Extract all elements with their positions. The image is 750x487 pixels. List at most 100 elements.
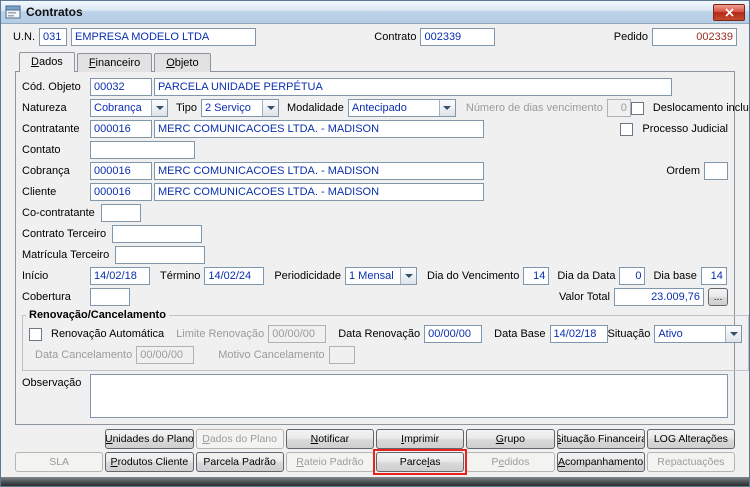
contrato-terceiro-field[interactable] [112, 225, 203, 243]
contratante-name-field[interactable]: MERC COMUNICACOES LTDA. - MADISON [154, 120, 484, 138]
contato-field[interactable] [90, 141, 195, 159]
dia-data-label: Dia da Data [557, 270, 616, 282]
limite-renovacao-field: 00/00/00 [268, 325, 327, 343]
cliente-label: Cliente [22, 186, 57, 198]
renovacao-automatica-checkbox-group[interactable]: Renovação Automática [29, 327, 164, 341]
contrato-terceiro-label: Contrato Terceiro [22, 228, 107, 240]
natureza-combobox[interactable]: Cobrança [90, 99, 168, 117]
notificar-button[interactable]: Notificar [285, 429, 374, 449]
ordem-field[interactable] [704, 162, 728, 180]
dia-data-field[interactable]: 0 [619, 267, 646, 285]
valor-total-field[interactable]: 23.009,76 [614, 288, 704, 306]
modalidade-combobox[interactable]: Antecipado [347, 99, 456, 117]
cod-objeto-desc-field[interactable]: PARCELA UNIDADE PERPÉTUA [154, 78, 672, 96]
modalidade-label: Modalidade [287, 102, 344, 114]
dias-vencimento-field: 0 [606, 99, 631, 117]
cod-objeto-code-field[interactable]: 00032 [90, 78, 152, 96]
valor-total-browse-button[interactable]: ... [708, 288, 728, 306]
dias-vencimento-label: Número de dias vencimento [465, 102, 603, 114]
imprimir-button[interactable]: Imprimir [376, 429, 465, 449]
ordem-label: Ordem [666, 165, 700, 177]
tipo-value: 2 Serviço [205, 102, 251, 114]
cliente-name-field[interactable]: MERC COMUNICACOES LTDA. - MADISON [154, 183, 484, 201]
periodicidade-label: Periodicidade [274, 270, 341, 282]
contratante-code-field[interactable]: 000016 [90, 120, 152, 138]
dia-base-label: Dia base [653, 270, 697, 282]
window-bottom-frame [1, 477, 749, 486]
un-code-field[interactable]: 031 [39, 28, 67, 46]
data-base-field[interactable]: 14/02/18 [549, 325, 608, 343]
observacao-textarea[interactable] [90, 374, 728, 418]
parcelas-button[interactable]: Parce l as [376, 452, 465, 472]
window-title: Contratos [26, 5, 83, 19]
cliente-code-field[interactable]: 000016 [90, 183, 152, 201]
close-icon [724, 7, 734, 17]
cobranca-label: Cobrança [22, 165, 70, 177]
chevron-down-icon [400, 268, 416, 284]
un-name-field[interactable]: EMPRESA MODELO LTDA [71, 28, 256, 46]
produtos-cliente-button[interactable]: Produtos Cliente [105, 452, 194, 472]
button-spacer [15, 429, 103, 449]
contato-row: Contato [22, 141, 728, 159]
tab-bar: Dados Financeiro Objeto [19, 51, 735, 72]
chevron-down-icon [438, 100, 455, 116]
titlebar[interactable]: Contratos [1, 1, 749, 24]
dia-vencimento-label: Dia do Vencimento [427, 270, 520, 282]
tab-dados[interactable]: Dados [19, 52, 75, 72]
matricula-terceiro-field[interactable] [115, 246, 206, 264]
observacao-label: Observação [22, 377, 82, 389]
chevron-down-icon [151, 100, 167, 116]
contratos-window: Contratos U.N. 031 EMPRESA MODELO LTDA C… [0, 0, 750, 487]
cod-objeto-label: Cód. Objeto [22, 81, 81, 93]
situacao-label: Situação [607, 328, 651, 340]
dia-vencimento-field[interactable]: 14 [523, 267, 550, 285]
log-alteracoes-button[interactable]: LOG Alterações [646, 429, 735, 449]
cobertura-label: Cobertura [22, 291, 71, 303]
tipo-combobox[interactable]: 2 Serviço [201, 99, 279, 117]
parcelas-button-wrap: Parce l as [373, 449, 468, 475]
situacao-financeira-button[interactable]: Situação Financeira [556, 429, 645, 449]
inicio-label: Início [22, 270, 49, 282]
renovacao-groupbox-title: Renovação/Cancelamento [29, 309, 166, 321]
cobranca-row: Cobrança 000016 MERC COMUNICACOES LTDA. … [22, 162, 728, 180]
pedido-label: Pedido [613, 31, 648, 43]
data-renovacao-field[interactable]: 00/00/00 [424, 325, 483, 343]
contratante-label: Contratante [22, 123, 80, 135]
dia-base-field[interactable]: 14 [700, 267, 727, 285]
situacao-combobox[interactable]: Ativo [654, 325, 743, 343]
data-cancelamento-field: 00/00/00 [136, 346, 195, 364]
contrato-field[interactable]: 002339 [420, 28, 496, 46]
deslocamento-checkbox-group[interactable]: Deslocamento incluso [630, 101, 749, 115]
periodicidade-value: 1 Mensal [349, 270, 394, 282]
processo-judicial-checkbox[interactable] [620, 122, 634, 136]
termino-field[interactable]: 14/02/24 [204, 267, 265, 285]
natureza-label: Natureza [22, 102, 67, 114]
pedido-field[interactable]: 002339 [652, 28, 737, 46]
data-base-label: Data Base [494, 328, 546, 340]
deslocamento-checkbox[interactable] [630, 101, 644, 115]
renovacao-automatica-checkbox[interactable] [29, 327, 42, 341]
renovacao-row-1: Renovação Automática Limite Renovação 00… [29, 325, 743, 343]
cobranca-code-field[interactable]: 000016 [90, 162, 152, 180]
natureza-row: Natureza Cobrança Tipo 2 Serviço Modalid… [22, 99, 749, 117]
unidades-do-plano-button[interactable]: Unidades do Plano [105, 429, 194, 449]
co-contratante-field[interactable] [100, 204, 141, 222]
tab-objeto[interactable]: Objeto [154, 53, 211, 72]
modalidade-value: Antecipado [351, 102, 407, 114]
parcela-padrao-button[interactable]: Parcela Padrão [195, 452, 284, 472]
grupo-button[interactable]: Grupo [466, 429, 555, 449]
button-bar: Unidades do Plano Dados do Plano Notific… [15, 429, 735, 475]
processo-judicial-checkbox-group[interactable]: Processo Judicial [620, 122, 728, 136]
data-renovacao-label: Data Renovação [338, 328, 421, 340]
inicio-field[interactable]: 14/02/18 [90, 267, 150, 285]
cobertura-field[interactable] [90, 288, 130, 306]
co-contratante-row: Co-contratante [22, 204, 728, 222]
acompanhamento-button[interactable]: Acompanhamento [556, 452, 645, 472]
cliente-row: Cliente 000016 MERC COMUNICACOES LTDA. -… [22, 183, 728, 201]
periodicidade-combobox[interactable]: 1 Mensal [345, 267, 417, 285]
tab-financeiro[interactable]: Financeiro [76, 53, 153, 72]
close-button[interactable] [713, 3, 745, 21]
tab-page-dados: Cód. Objeto 00032 PARCELA UNIDADE PERPÉT… [15, 71, 749, 425]
contrato-terceiro-row: Contrato Terceiro [22, 225, 728, 243]
cobranca-name-field[interactable]: MERC COMUNICACOES LTDA. - MADISON [154, 162, 484, 180]
